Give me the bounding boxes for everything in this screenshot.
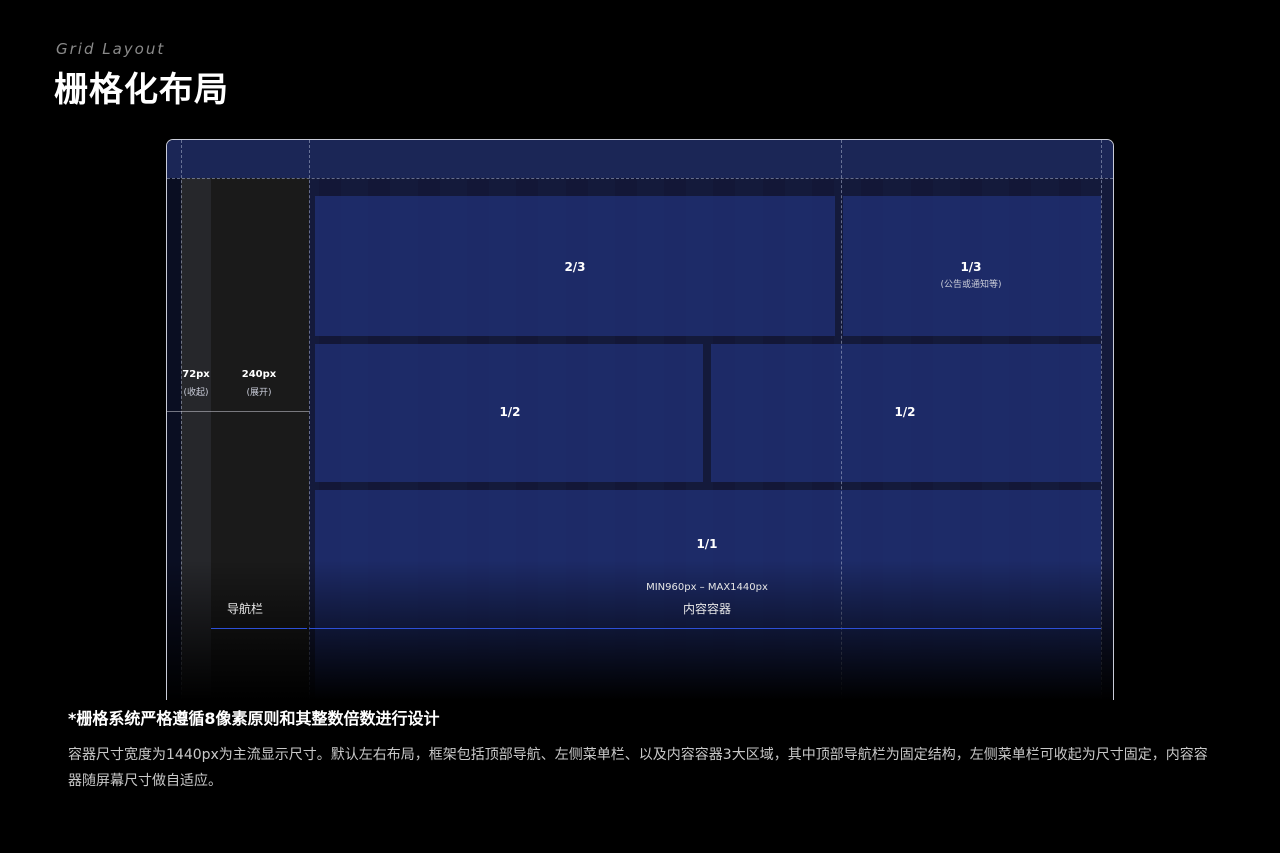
nav-expanded-area	[211, 178, 309, 700]
block-two-thirds-label: 2/3	[564, 260, 586, 274]
block-full-label: 1/1	[696, 537, 718, 551]
block-half-right-label: 1/2	[894, 405, 916, 419]
block-one-third-label: 1/3	[960, 260, 982, 274]
nav-width-measure	[167, 411, 309, 412]
nav-collapsed-width: 72px	[182, 369, 210, 380]
nav-label: 导航栏	[227, 602, 264, 616]
nav-expanded-width: 240px	[241, 369, 277, 380]
content-container-label: 内容容器	[682, 602, 732, 616]
footnote-body: 容器尺寸宽度为1440px为主流显示尺寸。默认左右布局，框架包括顶部导航、左侧菜…	[68, 747, 1208, 789]
nav-underline	[211, 628, 307, 629]
content-underline	[309, 628, 1101, 629]
eyebrow-subtitle: Grid Layout	[56, 40, 166, 58]
guide-line	[309, 140, 310, 700]
layout-diagram: 72px (收起) 240px (展开) 2/3 1/3 (公告或通知等) 1/…	[166, 139, 1114, 700]
nav-collapsed-area	[181, 178, 211, 700]
nav-expanded-note: (展开)	[246, 388, 272, 398]
guide-line	[841, 140, 842, 700]
block-half-left-label: 1/2	[499, 405, 521, 419]
page-title: 栅格化布局	[54, 70, 229, 110]
block-full	[315, 490, 1101, 700]
guide-line	[181, 140, 182, 700]
block-one-third-note: (公告或通知等)	[940, 280, 1002, 290]
footnote-title: *栅格系统严格遵循8像素原则和其整数倍数进行设计	[68, 709, 440, 728]
nav-collapsed-note: (收起)	[183, 388, 209, 398]
content-width-range: MIN960px – MAX1440px	[646, 582, 768, 593]
guide-line	[167, 178, 1113, 179]
guide-line	[1101, 140, 1102, 700]
